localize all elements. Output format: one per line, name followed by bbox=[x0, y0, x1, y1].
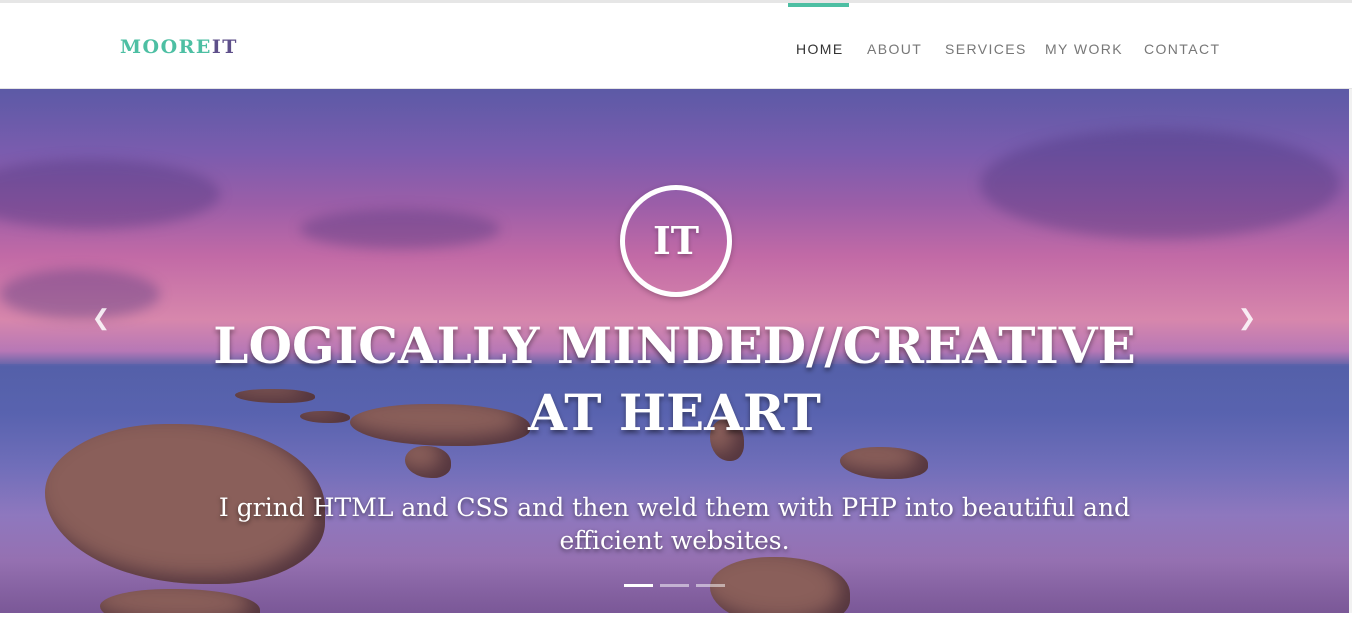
carousel-indicator[interactable] bbox=[624, 584, 653, 587]
hero-logo-badge: IT bbox=[620, 185, 732, 297]
chevron-left-icon: ❮ bbox=[91, 305, 111, 330]
carousel-indicator[interactable] bbox=[696, 584, 725, 587]
carousel-indicator[interactable] bbox=[660, 584, 689, 587]
hero-cloud bbox=[980, 129, 1340, 239]
nav-active-indicator bbox=[788, 3, 849, 7]
hero-headline: LOGICALLY MINDED//CREATIVE AT HEART bbox=[150, 312, 1199, 446]
navbar: MOOREIT HOME ABOUT SERVICES MY WORK CONT… bbox=[0, 3, 1352, 89]
page-bottom bbox=[0, 613, 1352, 622]
hero-headline-line-1: LOGICALLY MINDED//CREATIVE bbox=[213, 316, 1136, 375]
hero-cloud bbox=[0, 269, 160, 319]
carousel-next-button[interactable]: ❯ bbox=[1236, 307, 1258, 329]
nav-item-my-work[interactable]: MY WORK bbox=[1045, 39, 1123, 59]
hero-carousel: ❮ ❯ IT LOGICALLY MINDED//CREATIVE AT HEA… bbox=[0, 89, 1349, 613]
carousel-prev-button[interactable]: ❮ bbox=[90, 307, 112, 329]
nav-item-contact[interactable]: CONTACT bbox=[1144, 39, 1220, 59]
hero-headline-line-2: AT HEART bbox=[528, 383, 821, 442]
hero-cloud bbox=[0, 159, 220, 229]
hero-subtitle: I grind HTML and CSS and then weld them … bbox=[218, 493, 1131, 555]
nav-item-about[interactable]: ABOUT bbox=[867, 39, 922, 59]
nav-item-services[interactable]: SERVICES bbox=[945, 39, 1027, 59]
nav-item-home[interactable]: HOME bbox=[796, 39, 844, 59]
hero-cloud bbox=[300, 209, 500, 249]
main-nav: HOME ABOUT SERVICES MY WORK CONTACT bbox=[0, 3, 1352, 89]
chevron-right-icon: ❯ bbox=[1237, 305, 1257, 330]
